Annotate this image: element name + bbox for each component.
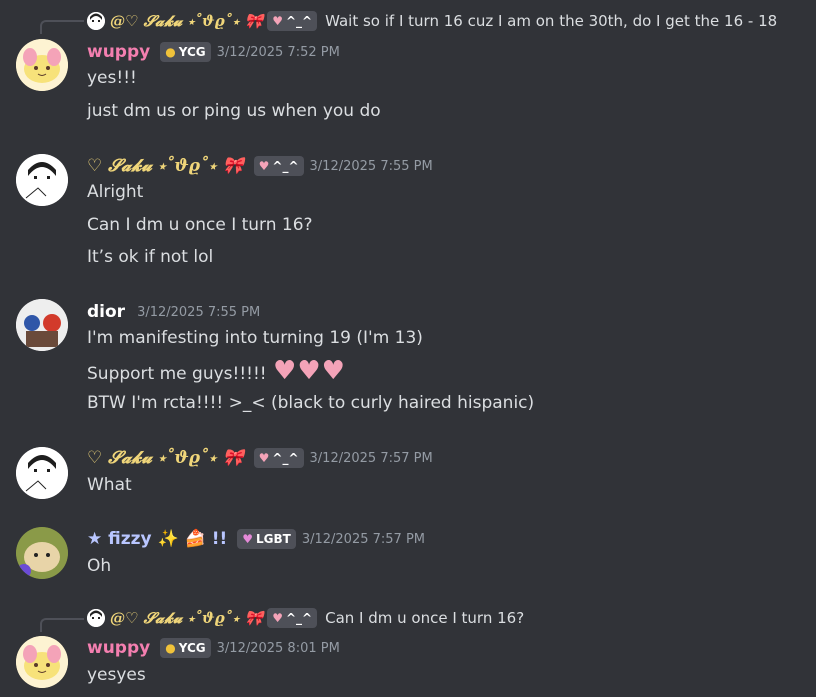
reply-spine xyxy=(40,20,84,34)
reply-spine xyxy=(40,618,84,632)
message-text: It’s ok if not lol xyxy=(87,247,214,267)
reply-role-label: ^_^ xyxy=(286,611,313,625)
message-header: dior 3/12/2025 7:55 PM xyxy=(87,300,260,324)
message-text: Support me guys!!!!! xyxy=(87,364,267,384)
role-tag-label: YCG xyxy=(178,45,206,59)
message-text: yesyes xyxy=(87,665,146,685)
timestamp: 3/12/2025 7:52 PM xyxy=(216,44,340,60)
message-text: yes!!! xyxy=(87,68,137,88)
message-text: Alright xyxy=(87,182,144,202)
username[interactable]: wuppy xyxy=(87,42,150,62)
avatar[interactable] xyxy=(16,39,68,91)
role-tag: ♥ LGBT xyxy=(237,529,296,549)
avatar[interactable] xyxy=(16,527,68,579)
role-tag-label: ^_^ xyxy=(272,451,299,465)
timestamp: 3/12/2025 7:57 PM xyxy=(309,450,433,466)
heart-emojis: ♥♥♥ xyxy=(272,358,345,384)
reply-avatar xyxy=(87,609,105,627)
pink-heart-icon: ♥ xyxy=(321,356,345,386)
role-tag-label: LGBT xyxy=(256,532,291,546)
reply-author[interactable]: @♡ 𝓢𝓪𝓴𝓾 ⋆˚ϑϱ˚⋆ 🎀 xyxy=(110,12,263,30)
username[interactable]: ★ fizzy ✨ 🍰 !! xyxy=(87,529,227,549)
message-text: BTW I'm rcta!!!! >_< (black to curly hai… xyxy=(87,393,535,413)
reply-role-tag: ♥ ^_^ xyxy=(267,11,318,31)
timestamp: 3/12/2025 8:01 PM xyxy=(216,640,340,656)
reply-text: Wait so if I turn 16 cuz I am on the 30t… xyxy=(325,12,778,30)
pink-heart-icon: ♥ xyxy=(297,356,321,386)
timestamp: 3/12/2025 7:55 PM xyxy=(137,304,261,320)
message-header: wuppy ● YCG 3/12/2025 8:01 PM xyxy=(87,636,340,660)
username[interactable]: ♡ 𝓢𝓪𝓴𝓾 ⋆˚ϑϱ˚⋆ 🎀 xyxy=(87,156,244,176)
role-tag: ♥ ^_^ xyxy=(253,448,304,468)
role-tag: ● YCG xyxy=(160,42,211,62)
message-text: just dm us or ping us when you do xyxy=(87,101,381,121)
role-tag: ♥ ^_^ xyxy=(253,156,304,176)
reply-preview[interactable]: @♡ 𝓢𝓪𝓴𝓾 ⋆˚ϑϱ˚⋆ 🎀 ♥ ^_^ Can I dm u once I … xyxy=(87,607,524,629)
avatar[interactable] xyxy=(16,447,68,499)
username[interactable]: dior xyxy=(87,302,125,322)
reply-text: Can I dm u once I turn 16? xyxy=(325,609,525,627)
timestamp: 3/12/2025 7:57 PM xyxy=(301,531,425,547)
message-text: Oh xyxy=(87,556,112,576)
message-header: ♡ 𝓢𝓪𝓴𝓾 ⋆˚ϑϱ˚⋆ 🎀 ♥ ^_^ 3/12/2025 7:55 PM xyxy=(87,154,433,178)
message-text: I'm manifesting into turning 19 (I'm 13) xyxy=(87,328,423,348)
pink-heart-icon: ♥ xyxy=(273,356,297,386)
avatar[interactable] xyxy=(16,154,68,206)
message-header: wuppy ● YCG 3/12/2025 7:52 PM xyxy=(87,40,340,64)
message-text: Can I dm u once I turn 16? xyxy=(87,215,313,235)
reply-author[interactable]: @♡ 𝓢𝓪𝓴𝓾 ⋆˚ϑϱ˚⋆ 🎀 xyxy=(110,609,263,627)
message-header: ♡ 𝓢𝓪𝓴𝓾 ⋆˚ϑϱ˚⋆ 🎀 ♥ ^_^ 3/12/2025 7:57 PM xyxy=(87,446,433,470)
timestamp: 3/12/2025 7:55 PM xyxy=(309,158,433,174)
message-text: What xyxy=(87,475,132,495)
reply-role-label: ^_^ xyxy=(286,14,313,28)
message-text-row: Support me guys!!!!! ♥♥♥ xyxy=(87,358,345,384)
role-tag-label: YCG xyxy=(178,641,206,655)
role-tag-label: ^_^ xyxy=(272,159,299,173)
message-header: ★ fizzy ✨ 🍰 !! ♥ LGBT 3/12/2025 7:57 PM xyxy=(87,527,425,551)
reply-role-tag: ♥ ^_^ xyxy=(267,608,318,628)
avatar[interactable] xyxy=(16,299,68,351)
username[interactable]: ♡ 𝓢𝓪𝓴𝓾 ⋆˚ϑϱ˚⋆ 🎀 xyxy=(87,448,244,468)
reply-preview[interactable]: @♡ 𝓢𝓪𝓴𝓾 ⋆˚ϑϱ˚⋆ 🎀 ♥ ^_^ Wait so if I turn … xyxy=(87,10,777,32)
username[interactable]: wuppy xyxy=(87,638,150,658)
avatar[interactable] xyxy=(16,636,68,688)
role-tag: ● YCG xyxy=(160,638,211,658)
reply-avatar xyxy=(87,12,105,30)
